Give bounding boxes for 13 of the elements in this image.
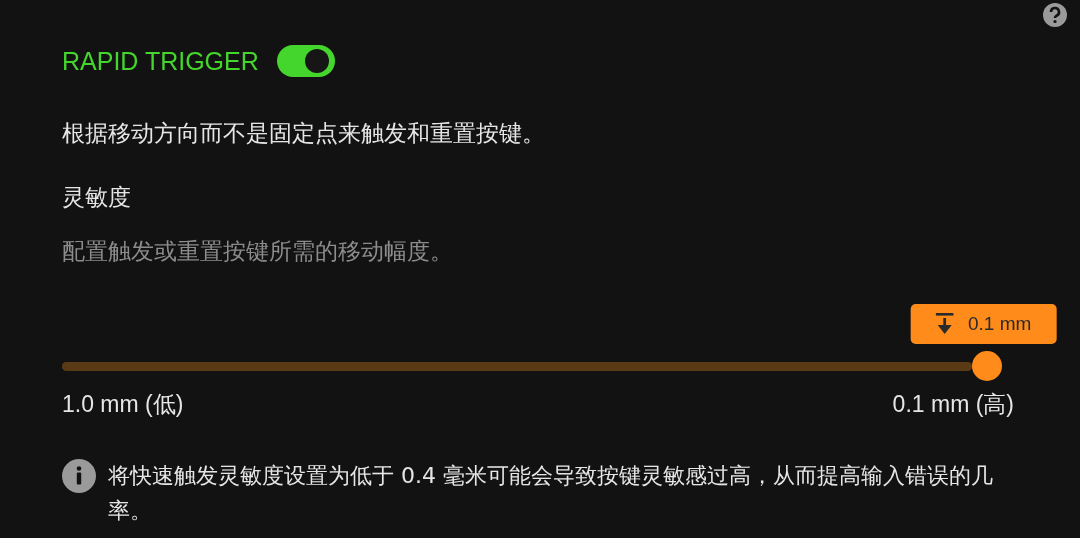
sensitivity-hint: 配置触发或重置按键所需的移动幅度。: [62, 237, 454, 266]
value-badge: 0.1 mm: [910, 304, 1057, 344]
feature-title: RAPID TRIGGER: [62, 46, 259, 76]
description-text: 根据移动方向而不是固定点来触发和重置按键。: [62, 119, 546, 148]
warning-text: 将快速触发灵敏度设置为低于 0.4 毫米可能会导致按键灵敏感过高，从而提高输入错误的几率。: [108, 462, 994, 525]
sensitivity-label: 灵敏度: [62, 183, 132, 212]
slider-thumb[interactable]: [972, 351, 1002, 381]
info-icon: [62, 459, 96, 493]
download-icon: [936, 313, 954, 335]
help-icon[interactable]: [1042, 2, 1068, 28]
toggle-switch[interactable]: [276, 45, 335, 77]
min-label: 1.0 mm (低): [62, 390, 184, 419]
max-label: 0.1 mm (高): [892, 390, 1014, 419]
